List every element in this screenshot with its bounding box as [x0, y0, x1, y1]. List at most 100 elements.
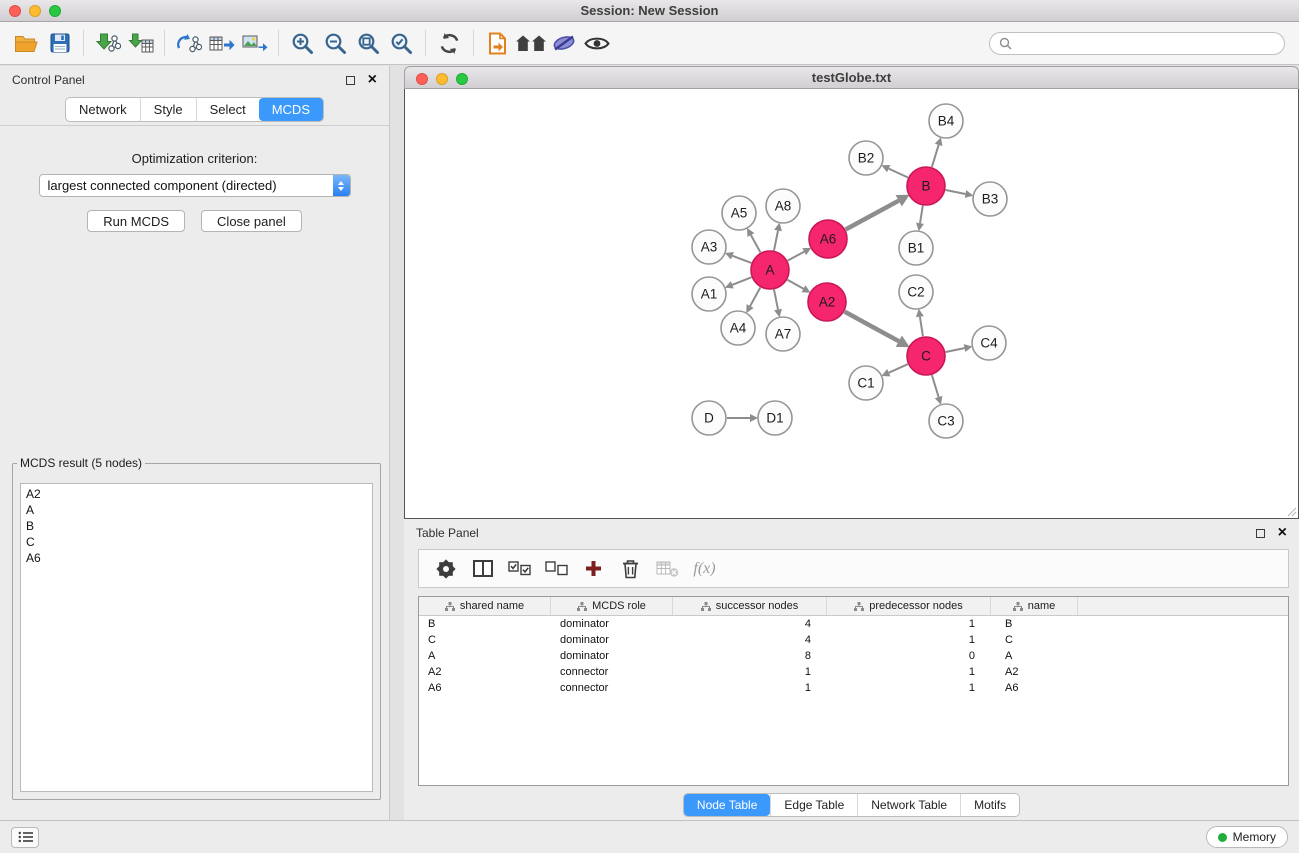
node-label-A5: A5 — [731, 206, 748, 221]
close-window-icon[interactable] — [9, 5, 21, 17]
mcds-result-item[interactable]: B — [26, 518, 367, 534]
table-tab-edge-table[interactable]: Edge Table — [770, 794, 857, 816]
add-column-icon[interactable] — [575, 553, 612, 584]
minimize-network-icon[interactable] — [436, 73, 448, 85]
edge-C-C1[interactable] — [889, 364, 908, 373]
tab-mcds[interactable]: MCDS — [259, 98, 323, 121]
edge-C-C4[interactable] — [946, 348, 965, 352]
table-tab-network-table[interactable]: Network Table — [857, 794, 960, 816]
criterion-dropdown[interactable]: largest connected component (directed) — [39, 174, 351, 197]
edge-A-A5[interactable] — [751, 235, 761, 252]
float-table-panel-icon[interactable] — [1256, 529, 1265, 538]
column-header-MCDS-role[interactable]: MCDS role — [551, 597, 673, 615]
resize-grip-icon[interactable] — [1285, 505, 1297, 517]
mcds-result-group: MCDS result (5 nodes) A2ABCA6 — [12, 456, 381, 800]
show-graphics-details-icon[interactable] — [580, 27, 613, 59]
table-tab-node-table[interactable]: Node Table — [684, 794, 771, 816]
table-row[interactable]: A6connector11A6 — [419, 680, 1288, 696]
edge-B-B2[interactable] — [889, 169, 908, 178]
zoom-in-icon[interactable] — [286, 27, 319, 59]
edge-C-C3[interactable] — [932, 375, 939, 397]
column-header-name[interactable]: name — [991, 597, 1078, 615]
column-header-shared-name[interactable]: shared name — [419, 597, 551, 615]
close-network-icon[interactable] — [416, 73, 428, 85]
double-home-glyph — [515, 33, 547, 53]
close-table-panel-icon[interactable]: × — [1278, 525, 1287, 541]
table-settings-icon[interactable] — [427, 553, 464, 584]
column-header-successor-nodes[interactable]: successor nodes — [673, 597, 827, 615]
float-panel-icon[interactable] — [346, 76, 355, 85]
edge-A6-B[interactable] — [846, 201, 899, 230]
memory-button[interactable]: Memory — [1206, 826, 1288, 848]
export-table-icon[interactable] — [205, 27, 238, 59]
node-table[interactable]: shared nameMCDS rolesuccessor nodesprede… — [418, 596, 1289, 786]
mcds-result-item[interactable]: C — [26, 534, 367, 550]
export-network-icon[interactable] — [172, 27, 205, 59]
search-field[interactable] — [989, 32, 1285, 55]
mcds-result-item[interactable]: A2 — [26, 486, 367, 502]
show-columns-icon[interactable] — [464, 553, 501, 584]
edge-B-B1[interactable] — [920, 206, 923, 224]
tab-network[interactable]: Network — [66, 98, 140, 121]
table-cell: B — [419, 616, 551, 632]
save-session-icon[interactable] — [43, 27, 76, 59]
hide-graphics-details-icon[interactable] — [547, 27, 580, 59]
run-mcds-button[interactable]: Run MCDS — [87, 210, 185, 232]
control-panel-header: Control Panel × — [0, 66, 389, 94]
export-table-glyph — [209, 33, 235, 54]
zoom-out-icon[interactable] — [319, 27, 352, 59]
edge-A-A3[interactable] — [732, 256, 751, 263]
tab-style[interactable]: Style — [140, 98, 196, 121]
edge-A2-C[interactable] — [845, 312, 899, 342]
table-row[interactable]: Adominator80A — [419, 648, 1288, 664]
delete-table-icon[interactable] — [649, 553, 686, 584]
table-cell: 1 — [673, 680, 827, 696]
task-history-button[interactable] — [11, 827, 39, 848]
close-panel-button[interactable]: Close panel — [201, 210, 302, 232]
edge-B-B4[interactable] — [932, 145, 939, 167]
reset-view-icon[interactable] — [514, 27, 547, 59]
table-cell: dominator — [551, 648, 673, 664]
tab-select[interactable]: Select — [196, 98, 259, 121]
application-window: { "window": { "title": "Session: New Ses… — [0, 0, 1299, 853]
edge-C-C2[interactable] — [920, 317, 923, 337]
zoom-window-icon[interactable] — [49, 5, 61, 17]
import-network-icon[interactable] — [91, 27, 124, 59]
toolbar-separator — [83, 30, 84, 56]
edge-A-A1[interactable] — [732, 277, 751, 285]
edge-A-A8[interactable] — [774, 231, 778, 251]
edge-A-A2[interactable] — [787, 280, 803, 289]
mcds-result-item[interactable]: A6 — [26, 550, 367, 566]
network-canvas[interactable]: B4B2BB3A5A8A6B1A3AC2A1A2A4A7C4CC1C3DD1 — [405, 89, 1298, 517]
edge-A-A6[interactable] — [788, 252, 805, 261]
table-cell: 4 — [673, 632, 827, 648]
mcds-result-list[interactable]: A2ABCA6 — [20, 483, 373, 792]
table-row[interactable]: A2connector11A2 — [419, 664, 1288, 680]
edge-A-A7[interactable] — [774, 290, 778, 310]
table-tab-motifs[interactable]: Motifs — [960, 794, 1019, 816]
attribute-icon — [701, 602, 711, 611]
table-row[interactable]: Bdominator41B — [419, 616, 1288, 632]
close-panel-icon[interactable]: × — [368, 72, 377, 88]
zoom-network-icon[interactable] — [456, 73, 468, 85]
edge-A-A4[interactable] — [750, 288, 760, 307]
node-label-A6: A6 — [820, 232, 837, 247]
import-table-icon[interactable] — [124, 27, 157, 59]
mcds-result-item[interactable]: A — [26, 502, 367, 518]
network-navigator-icon[interactable] — [481, 27, 514, 59]
delete-column-icon[interactable] — [612, 553, 649, 584]
zoom-selected-icon[interactable] — [385, 27, 418, 59]
column-header-predecessor-nodes[interactable]: predecessor nodes — [827, 597, 991, 615]
empty-boxes-icon — [545, 561, 569, 576]
edge-B-B3[interactable] — [946, 190, 966, 194]
refresh-network-icon[interactable] — [433, 27, 466, 59]
open-session-icon[interactable] — [10, 27, 43, 59]
select-all-icon[interactable] — [501, 553, 538, 584]
minimize-window-icon[interactable] — [29, 5, 41, 17]
function-builder-icon[interactable]: f(x) — [686, 553, 723, 584]
zoom-fit-icon[interactable] — [352, 27, 385, 59]
export-image-icon[interactable] — [238, 27, 271, 59]
table-row[interactable]: Cdominator41C — [419, 632, 1288, 648]
clear-selection-icon[interactable] — [538, 553, 575, 584]
search-input[interactable] — [1017, 36, 1275, 50]
